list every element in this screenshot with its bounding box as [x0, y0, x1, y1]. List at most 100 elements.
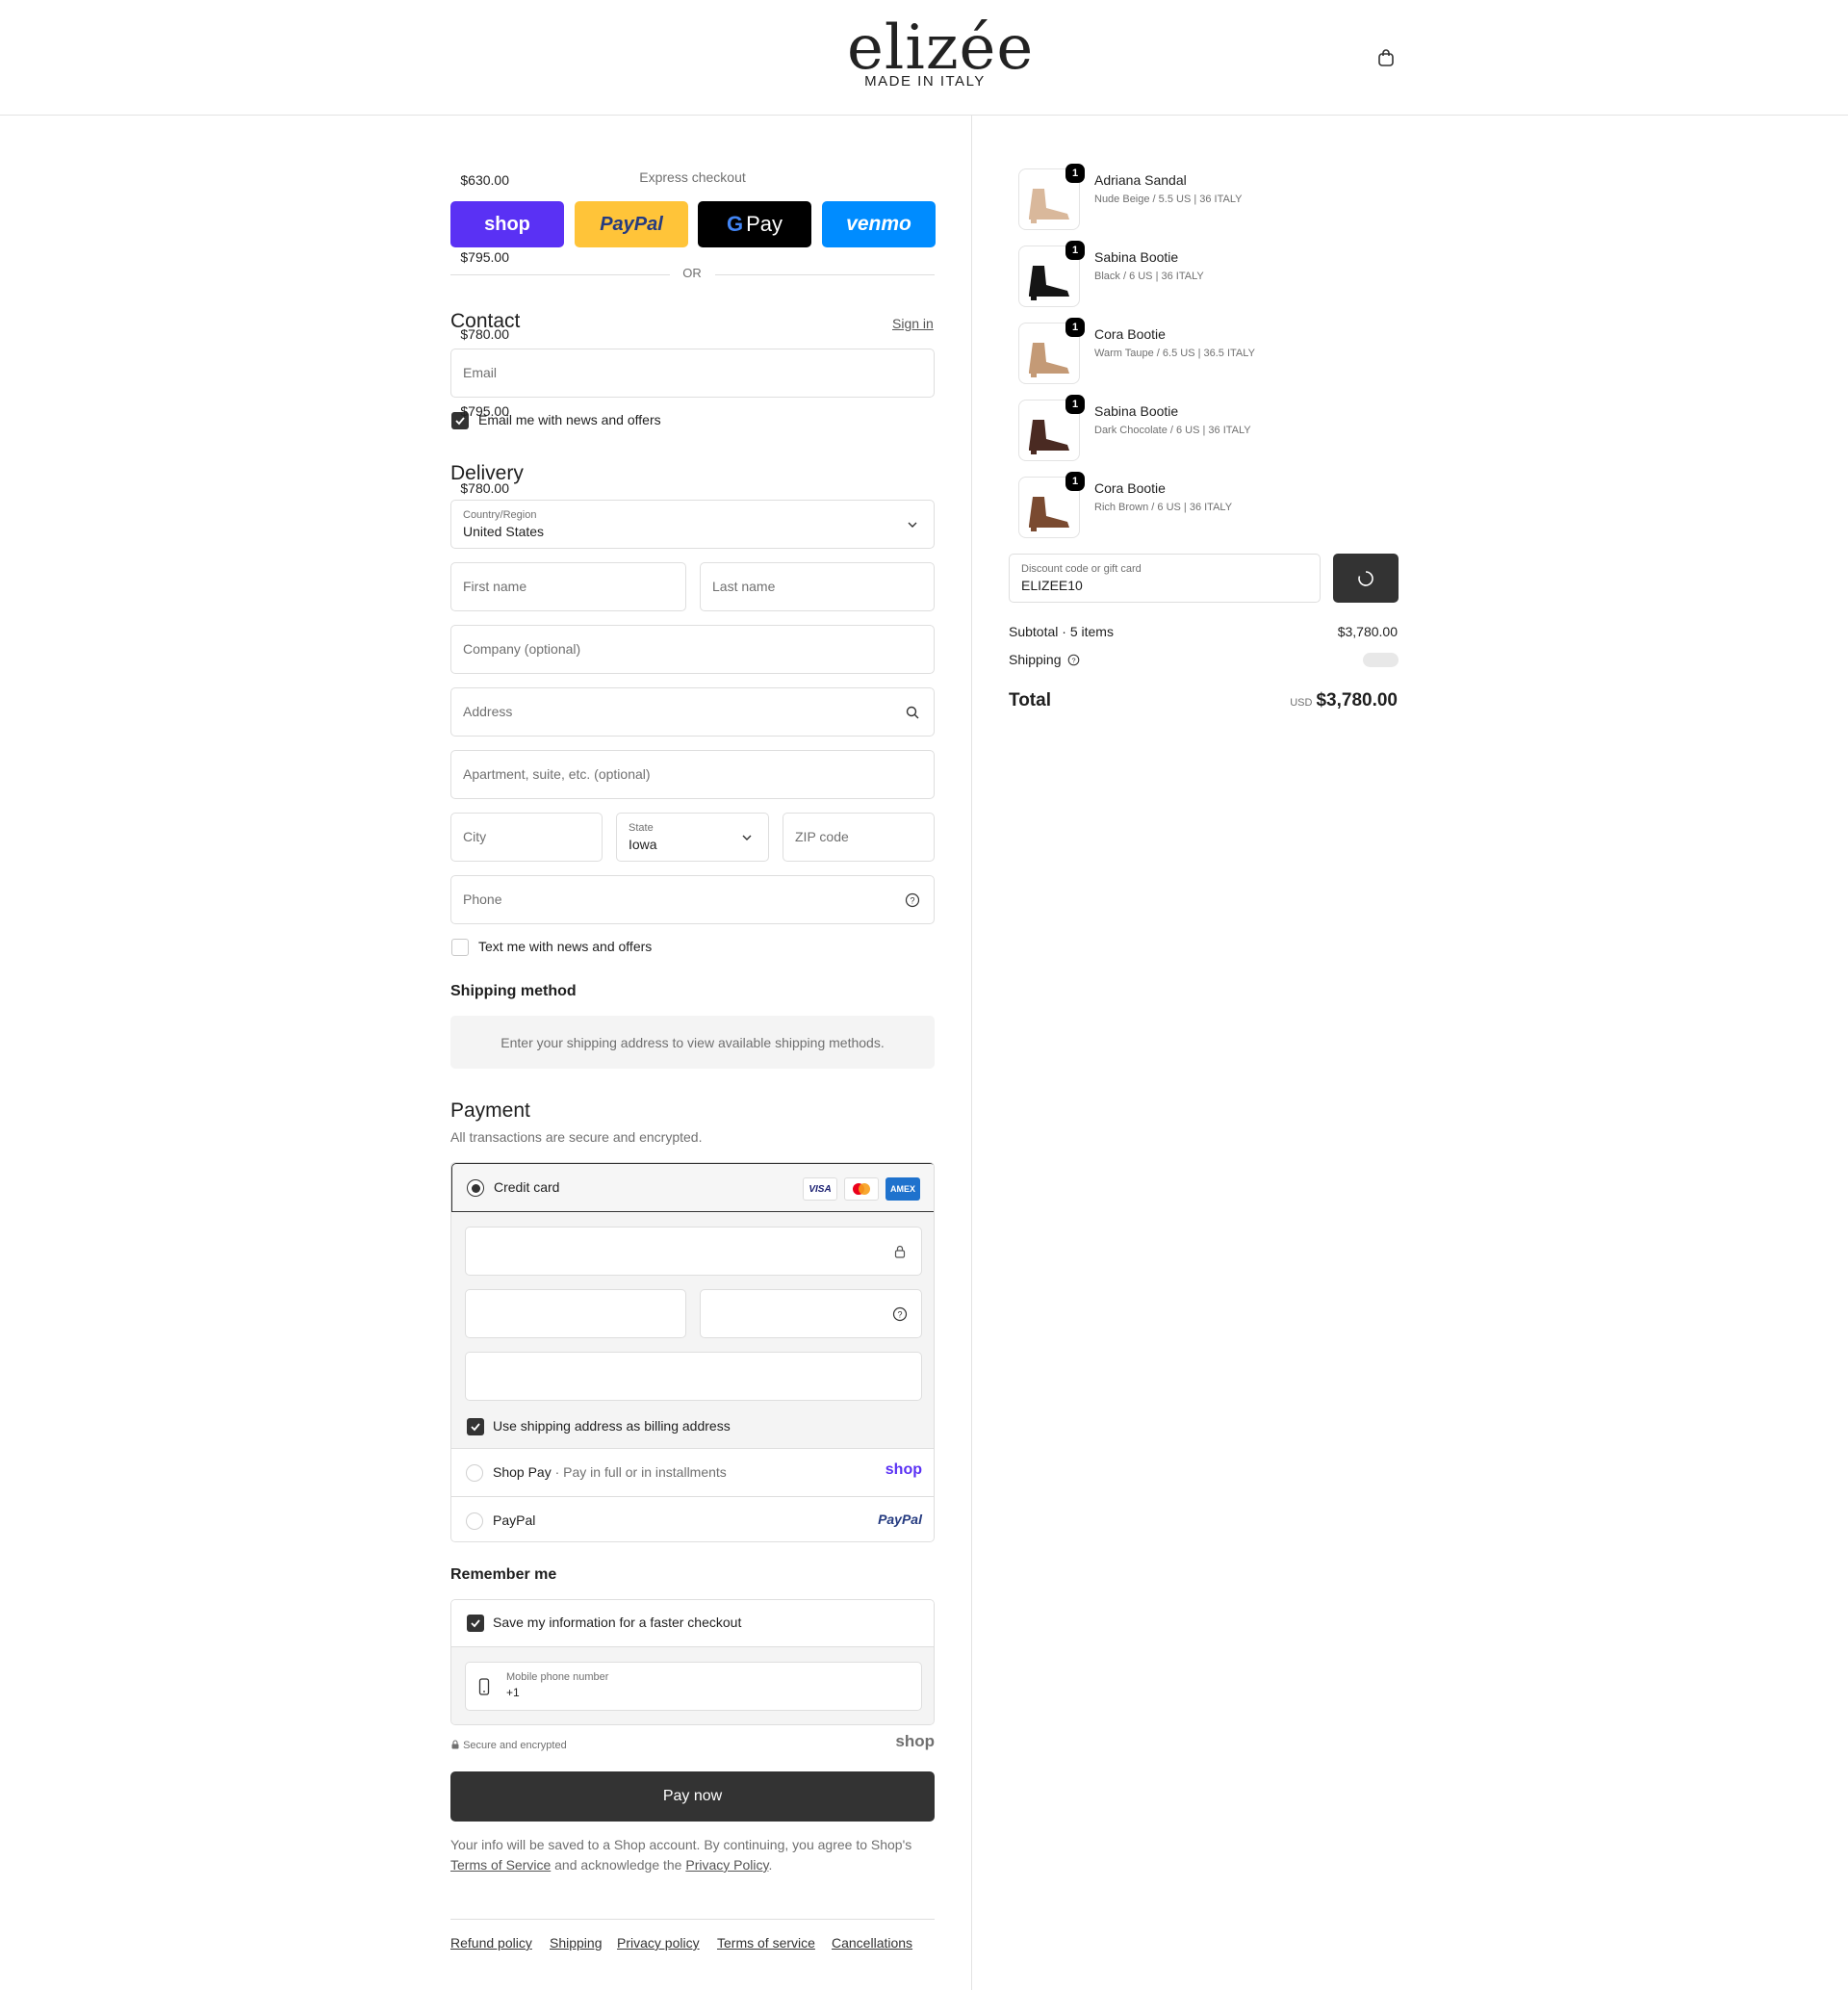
pay-now-button[interactable]: Pay now	[450, 1771, 935, 1822]
venmo-express-button[interactable]: venmo	[822, 201, 936, 247]
product-thumbnail: 1	[1018, 318, 1085, 384]
search-icon	[906, 706, 919, 719]
company-field[interactable]: Company (optional)	[450, 625, 935, 674]
product-variant: Rich Brown / 6 US | 36 ITALY	[1094, 502, 1233, 513]
product-name: Cora Bootie	[1094, 326, 1166, 342]
discount-label: Discount code or gift card	[1021, 563, 1142, 575]
loading-spinner-icon	[1358, 570, 1373, 586]
last-name-field[interactable]: Last name	[700, 562, 935, 611]
product-name: Cora Bootie	[1094, 480, 1166, 496]
footer-link-privacy[interactable]: Privacy policy	[617, 1935, 700, 1951]
remember-me-heading: Remember me	[450, 1566, 557, 1583]
currency-code: USD	[1290, 697, 1313, 709]
first-name-field[interactable]: First name	[450, 562, 686, 611]
total-row: USD $3,780.00	[1290, 690, 1398, 711]
text-news-checkbox[interactable]	[451, 939, 469, 956]
product-price: $780.00	[460, 326, 509, 342]
divider-right	[715, 274, 935, 275]
credit-card-radio[interactable]	[467, 1179, 484, 1197]
divider-left	[450, 274, 670, 275]
total-value: $3,780.00	[1316, 690, 1398, 711]
zip-field[interactable]: ZIP code	[783, 813, 935, 862]
card-expiry-field[interactable]	[465, 1289, 686, 1338]
footer-link-shipping[interactable]: Shipping	[550, 1935, 603, 1951]
payment-subtitle: All transactions are secure and encrypte…	[450, 1129, 703, 1145]
mobile-phone-value: +1	[506, 1686, 520, 1699]
save-info-checkbox[interactable]	[467, 1615, 484, 1632]
state-select[interactable]: State Iowa	[616, 813, 769, 862]
quantity-badge: 1	[1065, 472, 1085, 491]
card-name-field[interactable]	[465, 1352, 922, 1401]
discount-field[interactable]: Discount code or gift card ELIZEE10	[1009, 554, 1321, 603]
paypal-radio[interactable]	[466, 1512, 483, 1530]
mobile-phone-field[interactable]: Mobile phone number +1	[465, 1662, 922, 1711]
last-name-placeholder: Last name	[712, 579, 776, 594]
svg-text:?: ?	[910, 896, 914, 906]
state-label: State	[629, 822, 654, 834]
country-value: United States	[463, 524, 545, 539]
paypal-express-button[interactable]: PayPal	[575, 201, 688, 247]
paypal-option[interactable]: PayPal PayPal	[451, 1496, 934, 1541]
brand-logo[interactable]: elizée MADE IN ITALY	[847, 13, 1035, 90]
help-circle-icon[interactable]: ?	[892, 1306, 908, 1322]
paypal-label: PayPal	[493, 1512, 536, 1528]
phone-placeholder: Phone	[463, 892, 502, 907]
help-circle-icon[interactable]: ?	[905, 892, 920, 908]
credit-card-option[interactable]: Credit card VISA AMEX	[451, 1163, 934, 1212]
footer-link-terms[interactable]: Terms of service	[717, 1935, 815, 1951]
quantity-badge: 1	[1065, 318, 1085, 337]
phone-field[interactable]: Phone ?	[450, 875, 935, 924]
paypal-logo: PayPal	[600, 213, 663, 235]
total-label: Total	[1009, 690, 1051, 711]
visa-icon: VISA	[803, 1177, 837, 1201]
shop-pay-logo: shop	[484, 213, 530, 235]
save-info-label: Save my information for a faster checkou…	[493, 1615, 742, 1630]
shipping-method-notice: Enter your shipping address to view avai…	[450, 1016, 935, 1069]
shipping-method-message: Enter your shipping address to view avai…	[500, 1034, 885, 1050]
logo-wordmark: elizée	[847, 13, 1035, 84]
apartment-field[interactable]: Apartment, suite, etc. (optional)	[450, 750, 935, 799]
address-field[interactable]: Address	[450, 687, 935, 737]
shop-pay-option[interactable]: Shop Pay · Pay in full or in installment…	[451, 1448, 934, 1496]
product-thumbnail: 1	[1018, 241, 1085, 307]
save-info-row[interactable]: Save my information for a faster checkou…	[451, 1600, 934, 1647]
product-name: Sabina Bootie	[1094, 403, 1179, 419]
card-number-field[interactable]	[465, 1227, 922, 1276]
shipping-label-row: Shipping ?	[1009, 652, 1080, 667]
remember-me-box: Save my information for a faster checkou…	[450, 1599, 935, 1725]
text-news-label: Text me with news and offers	[478, 939, 653, 954]
credit-card-label: Credit card	[494, 1179, 560, 1195]
card-form: ? Use shipping address as billing addres…	[451, 1212, 934, 1448]
sign-in-link[interactable]: Sign in	[892, 316, 934, 331]
google-pay-express-button[interactable]: G Pay	[698, 201, 811, 247]
checkmark-icon	[471, 1423, 480, 1432]
help-circle-icon[interactable]: ?	[1067, 654, 1080, 666]
lock-icon	[451, 1740, 459, 1749]
apply-discount-button[interactable]	[1333, 554, 1399, 603]
country-label: Country/Region	[463, 509, 537, 521]
quantity-badge: 1	[1065, 164, 1085, 183]
billing-same-checkbox[interactable]	[467, 1418, 484, 1435]
quantity-badge: 1	[1065, 241, 1085, 260]
svg-text:?: ?	[897, 1310, 902, 1320]
shop-pay-radio[interactable]	[466, 1464, 483, 1482]
mobile-row: Mobile phone number +1	[451, 1647, 934, 1724]
shop-pay-express-button[interactable]: shop	[450, 201, 564, 247]
city-field[interactable]: City	[450, 813, 603, 862]
discount-value: ELIZEE10	[1021, 578, 1083, 593]
footer-link-refund[interactable]: Refund policy	[450, 1935, 532, 1951]
footer-link-cancellations[interactable]: Cancellations	[832, 1935, 912, 1951]
country-select[interactable]: Country/Region United States	[450, 500, 935, 549]
logo-tagline: MADE IN ITALY	[864, 73, 986, 90]
card-cvv-field[interactable]: ?	[700, 1289, 922, 1338]
product-variant: Dark Chocolate / 6 US | 36 ITALY	[1094, 425, 1251, 436]
privacy-link[interactable]: Privacy Policy	[685, 1857, 768, 1873]
terms-link[interactable]: Terms of Service	[450, 1857, 551, 1873]
mastercard-icon	[844, 1177, 879, 1201]
email-field[interactable]: Email	[450, 349, 935, 398]
google-pay-label: Pay	[746, 212, 783, 236]
product-variant: Warm Taupe / 6.5 US | 36.5 ITALY	[1094, 348, 1255, 359]
shopping-bag-icon[interactable]	[1376, 48, 1396, 67]
address-placeholder: Address	[463, 704, 513, 719]
legal-text: Your info will be saved to a Shop accoun…	[450, 1837, 912, 1873]
